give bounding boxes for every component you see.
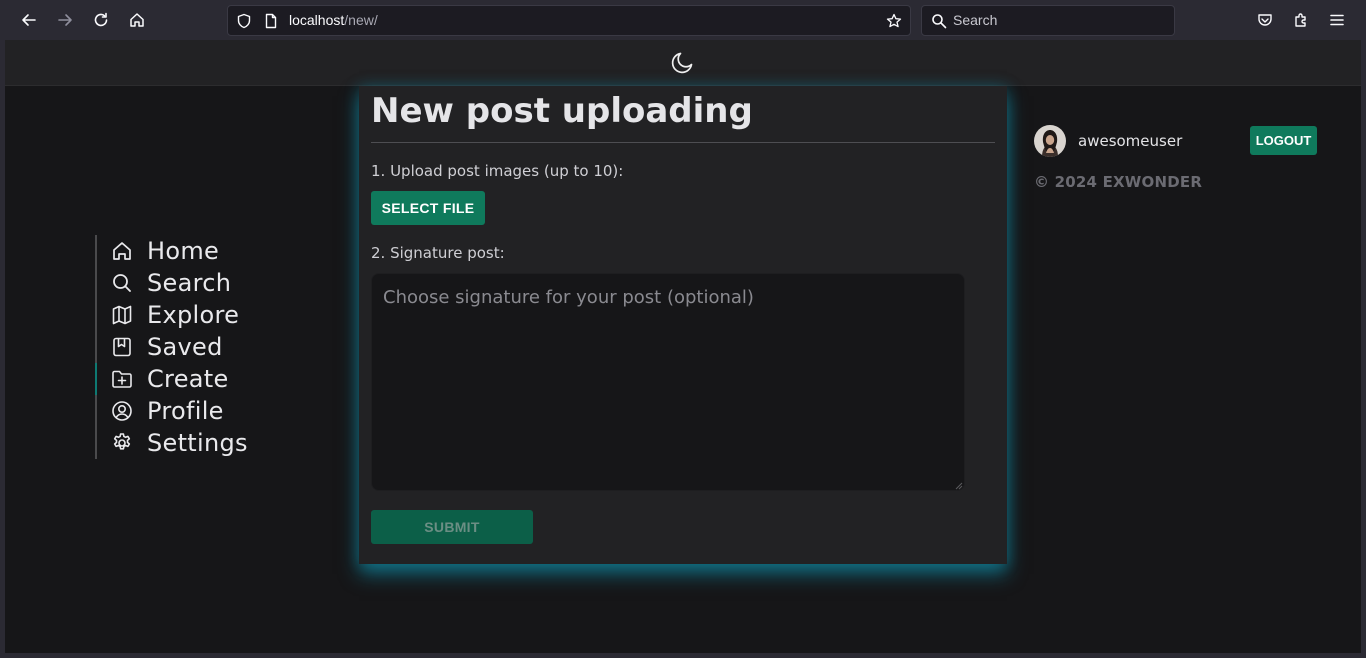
top-bar [5,40,1361,86]
bookmark-icon [111,336,133,358]
home-icon [111,240,133,262]
browser-search-placeholder: Search [953,12,998,28]
sidebar-item-label: Create [147,365,229,393]
puzzle-icon [1295,13,1306,27]
signature-label: 2. Signature post: [371,244,505,262]
sidebar-item-label: Profile [147,397,224,425]
submit-button[interactable]: SUBMIT [371,510,533,544]
logout-button[interactable]: LOGOUT [1250,126,1317,155]
sidebar-nav: Home Search Explore Saved Create Profile… [95,235,315,459]
search-icon [931,13,947,29]
sidebar-item-label: Settings [147,429,248,457]
reload-button[interactable] [89,8,113,32]
page-title: New post uploading [371,91,753,131]
sidebar-item-home[interactable]: Home [97,235,315,267]
resize-grip-icon[interactable] [955,482,963,490]
sidebar-item-explore[interactable]: Explore [97,299,315,331]
sidebar-item-profile[interactable]: Profile [97,395,315,427]
page-icon[interactable] [263,13,279,29]
user-circle-icon [111,400,133,422]
sidebar-item-settings[interactable]: Settings [97,427,315,459]
forward-button[interactable] [53,8,77,32]
hamburger-icon [1330,14,1344,26]
extensions-button[interactable] [1289,8,1313,32]
map-icon [111,304,133,326]
sidebar-item-label: Home [147,237,220,265]
sidebar-item-create[interactable]: Create [95,363,315,395]
page-viewport: Home Search Explore Saved Create Profile… [5,40,1361,653]
browser-toolbar: localhost/new/ Search [0,0,1366,40]
back-button[interactable] [17,8,41,32]
sidebar-item-label: Explore [147,301,240,329]
avatar[interactable] [1034,125,1066,157]
sidebar-item-label: Saved [147,333,223,361]
star-icon[interactable] [886,13,902,29]
sidebar-item-label: Search [147,269,232,297]
moon-icon[interactable] [670,49,696,75]
home-button[interactable] [125,8,149,32]
username[interactable]: awesomeuser [1078,132,1182,150]
url-bar[interactable]: localhost/new/ [227,5,911,36]
browser-search-field[interactable]: Search [921,5,1175,36]
pocket-button[interactable] [1253,8,1277,32]
reload-icon [94,12,108,27]
url-text: localhost/new/ [289,12,378,28]
shield-icon[interactable] [236,13,252,29]
signature-textarea[interactable] [371,273,965,491]
home-icon [130,13,144,27]
folder-plus-icon [111,368,133,390]
search-icon [111,272,133,294]
upload-images-label: 1. Upload post images (up to 10): [371,162,624,180]
pocket-icon [1258,14,1272,26]
title-divider [371,142,995,143]
copyright-text: © 2024 EXWONDER [1034,173,1203,191]
gear-icon [111,432,133,454]
select-file-button[interactable]: SELECT FILE [371,191,485,225]
sidebar-item-saved[interactable]: Saved [97,331,315,363]
new-post-card: New post uploading 1. Upload post images… [359,86,1007,564]
arrow-left-icon [22,14,36,26]
arrow-right-icon [58,14,72,26]
sidebar-item-search[interactable]: Search [97,267,315,299]
menu-button[interactable] [1325,8,1349,32]
